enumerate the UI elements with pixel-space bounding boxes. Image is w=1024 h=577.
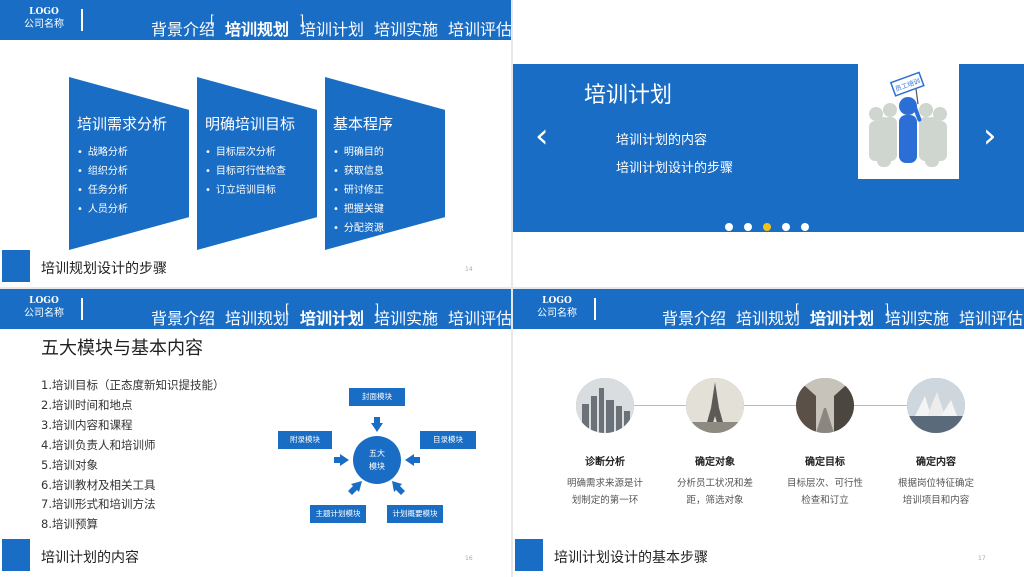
page-number: 17 — [978, 555, 986, 562]
module-appendix: 附录模块 — [278, 431, 332, 449]
page-number: 14 — [465, 266, 473, 273]
list-item: 目标层次分析 — [205, 143, 286, 162]
column-goals: 明确培训目标 目标层次分析 目标可行性检查 订立培训目标 — [197, 77, 317, 250]
nav-implementation[interactable]: 培训实施 — [885, 305, 949, 329]
slide-17[interactable]: LOGO 公司名称 背景介绍 培训规划 培训计划 培训实施 培训评估 — [513, 289, 1024, 576]
company-name: 公司名称 — [537, 308, 577, 319]
list-item: 研讨修正 — [333, 181, 384, 200]
team-figures-image: 员工培训 — [858, 64, 959, 179]
carousel-dots — [725, 223, 809, 231]
step-description-line: 距，筛选对象 — [686, 495, 744, 506]
arrow-down-right-icon — [392, 481, 405, 495]
footer-square — [2, 250, 30, 282]
company-name: 公司名称 — [24, 19, 64, 30]
carousel-title: 培训计划 — [584, 83, 673, 108]
page-number: 16 — [465, 555, 473, 562]
step-description-line: 明确需求来源是计 — [566, 478, 643, 489]
step-title: 确定目标 — [805, 457, 845, 468]
next-arrow-icon[interactable]: › — [983, 116, 997, 156]
arrow-left-icon — [334, 454, 349, 466]
nav-plan[interactable]: 培训计划 — [300, 16, 364, 40]
list-item: 战略分析 — [77, 143, 128, 162]
hub-label: 模块 — [369, 462, 385, 471]
step-description: 明确需求来源是计 划制定的第一环 — [550, 475, 660, 509]
step-description: 根据岗位特征确定 培训项目和内容 — [881, 475, 991, 509]
logo-text: LOGO — [542, 296, 572, 306]
crowd-illustration: 员工培训 — [869, 71, 947, 167]
street-photo — [796, 378, 854, 433]
prev-arrow-icon[interactable]: ‹ — [535, 116, 549, 156]
carousel-item: 培训计划的内容 — [616, 133, 708, 148]
header-separator — [81, 9, 83, 31]
carousel-dot-1[interactable] — [725, 223, 733, 231]
step-description: 分析员工状况和差 距，筛选对象 — [660, 475, 770, 509]
nav-evaluation[interactable]: 培训评估 — [448, 16, 511, 40]
module-summary: 计划概要模块 — [387, 505, 443, 523]
slide-16[interactable]: LOGO 公司名称 背景介绍 培训规划 培训计划 培训实施 培训评估 五大模块与… — [0, 289, 511, 576]
slide-banner[interactable]: ‹ 培训计划 培训计划的内容 培训计划设计的步骤 员工培训 › — [513, 0, 1024, 287]
opera-house-photo — [907, 378, 965, 433]
logo: LOGO 公司名称 — [22, 7, 66, 32]
list-item: 组织分析 — [77, 162, 128, 181]
footer-square — [2, 539, 30, 571]
nav-plan[interactable]: 培训计划 — [795, 302, 889, 329]
carousel-item: 培训计划设计的步骤 — [616, 161, 734, 176]
nav-evaluation[interactable]: 培训评估 — [959, 305, 1023, 329]
footer-title: 培训计划设计的基本步骤 — [554, 550, 708, 566]
carousel-dot-5[interactable] — [801, 223, 809, 231]
arrow-up-icon — [371, 417, 383, 432]
nav-background[interactable]: 背景介绍 — [662, 305, 726, 329]
module-toc: 目录模块 — [420, 431, 476, 449]
list-item: 获取信息 — [333, 162, 384, 181]
header-bar: LOGO 公司名称 背景介绍 培训规划 培训计划 培训实施 培训评估 — [513, 289, 1024, 329]
list-item: 订立培训目标 — [205, 181, 286, 200]
list-item: 目标可行性检查 — [205, 162, 286, 181]
modules-hub: 五大 模块 — [353, 436, 401, 484]
step-description-line: 目标层次、可行性 — [786, 478, 863, 489]
step-title: 确定对象 — [695, 457, 735, 468]
nav-planning[interactable]: 培训规划 — [210, 13, 304, 40]
step-description-line: 培训项目和内容 — [902, 495, 970, 506]
nav-background[interactable]: 背景介绍 — [151, 16, 215, 40]
footer-square — [515, 539, 543, 571]
module-cover: 封面模块 — [349, 388, 405, 406]
carousel: ‹ 培训计划 培训计划的内容 培训计划设计的步骤 员工培训 › — [513, 64, 1024, 232]
step-description-line: 检查和订立 — [801, 495, 849, 506]
carousel-dot-2[interactable] — [744, 223, 752, 231]
hub-label: 五大 — [369, 449, 385, 458]
step-description-line: 根据岗位特征确定 — [897, 478, 974, 489]
slide-14[interactable]: LOGO 公司名称 背景介绍 培训规划 培训计划 培训实施 培训评估 培训需求分… — [0, 0, 511, 287]
header-separator — [594, 298, 596, 320]
list-item: 分配资源 — [333, 219, 384, 238]
step-description-line: 分析员工状况和差 — [676, 478, 753, 489]
logo-text: LOGO — [29, 7, 59, 17]
list-item: 人员分析 — [77, 200, 128, 219]
nav-planning[interactable]: 培训规划 — [736, 305, 800, 329]
arrow-down-left-icon — [348, 481, 362, 495]
header-bar: LOGO 公司名称 背景介绍 培训规划 培训计划 培训实施 培训评估 — [0, 0, 511, 40]
column-needs-analysis: 培训需求分析 战略分析 组织分析 任务分析 人员分析 — [69, 77, 189, 250]
list-item: 任务分析 — [77, 181, 128, 200]
footer-title: 培训计划的内容 — [41, 550, 139, 566]
column-title: 培训需求分析 — [77, 115, 168, 133]
carousel-dot-3[interactable] — [763, 223, 771, 231]
city-skyline-photo — [576, 378, 634, 433]
module-topic-plan: 主题计划模块 — [310, 505, 366, 523]
step-title: 确定内容 — [916, 457, 956, 468]
tower-photo — [686, 378, 744, 433]
step-description: 目标层次、可行性 检查和订立 — [770, 475, 880, 509]
nav-implementation[interactable]: 培训实施 — [374, 16, 438, 40]
step-title: 诊断分析 — [585, 457, 625, 468]
footer-title: 培训规划设计的步骤 — [41, 261, 167, 277]
column-procedure: 基本程序 明确目的 获取信息 研讨修正 把握关键 分配资源 — [325, 77, 445, 250]
carousel-dot-4[interactable] — [782, 223, 790, 231]
column-title: 基本程序 — [333, 115, 394, 133]
list-item: 把握关键 — [333, 200, 384, 219]
list-item: 明确目的 — [333, 143, 384, 162]
step-description-line: 划制定的第一环 — [571, 495, 639, 506]
arrow-right-icon — [405, 454, 420, 466]
column-title: 明确培训目标 — [205, 115, 296, 133]
logo: LOGO 公司名称 — [535, 296, 579, 321]
